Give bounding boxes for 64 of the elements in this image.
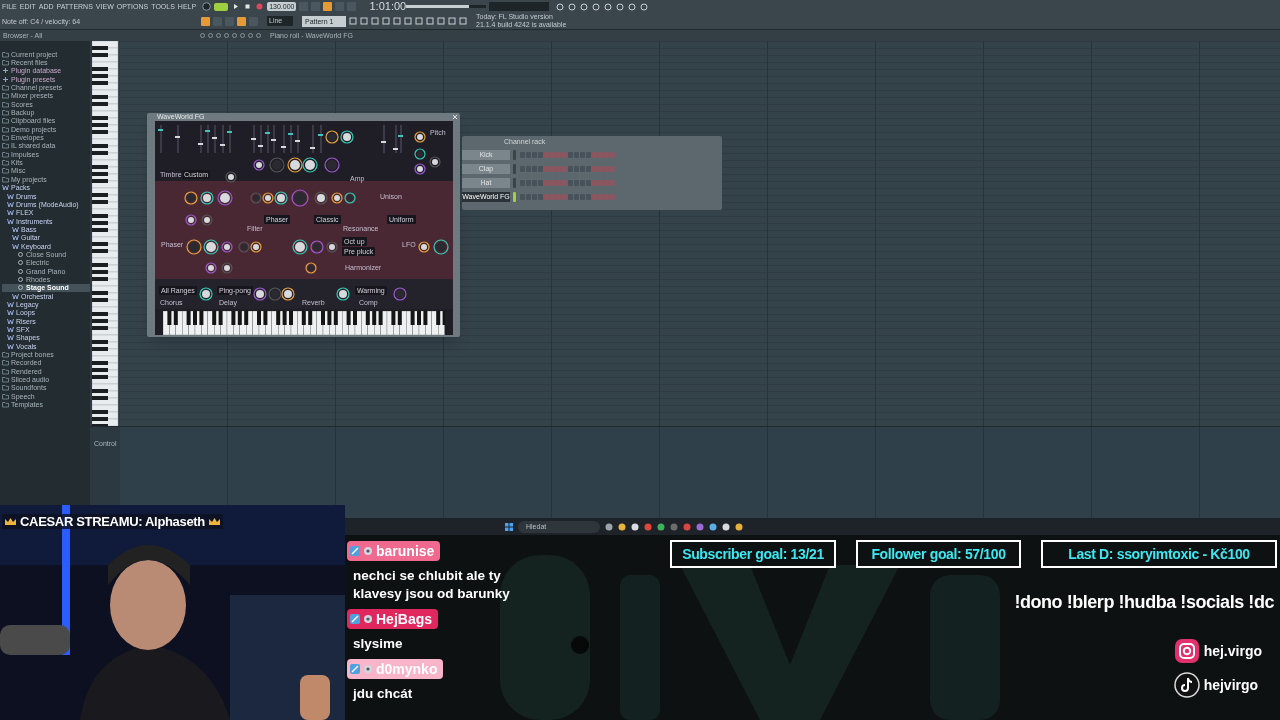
close-icon[interactable] [452,114,458,120]
goal-counter: Last D: ssoryimtoxic - Kč100 [1041,540,1277,568]
social-handle: hejvirgo [1203,678,1259,692]
knob[interactable] [340,130,354,144]
knob[interactable] [203,239,219,255]
knob[interactable] [185,214,197,226]
knob[interactable] [225,171,237,183]
music-note-icon [1173,672,1200,698]
knob[interactable] [184,191,198,205]
knob[interactable] [205,262,217,274]
knob[interactable] [302,157,318,173]
subscriber-icon [350,546,360,556]
knob[interactable] [292,239,308,255]
knob[interactable] [287,157,303,173]
knob[interactable] [253,159,265,171]
knob[interactable] [331,192,343,204]
mode-toggle[interactable] [214,2,229,11]
time-display: 1:01:00 [369,1,404,12]
chat-message: slysime [352,635,404,653]
knob[interactable] [429,156,441,168]
subscriber-icon [350,664,360,674]
knob[interactable] [326,241,338,253]
knob[interactable] [433,239,449,255]
chat-message: jdu chcát [351,685,414,703]
goal-counter: Follower goal: 57/100 [856,540,1021,568]
gear-icon [363,664,373,674]
knob[interactable] [336,287,350,301]
chat-username: barunise [376,544,435,558]
knob[interactable] [262,192,274,204]
goal-counter: Subscriber goal: 13/21 [670,540,836,568]
knob[interactable] [221,241,233,253]
knob[interactable] [253,287,267,301]
top-donor-text: CAESAR STREAMU: Alphaseth [20,515,205,528]
crown-icon [4,517,17,526]
gear-icon [363,614,373,624]
chat-username: d0mynko [376,662,438,676]
knob[interactable] [200,191,214,205]
chat-commands-text: !dono !blerp !hudba !socials !dc [1014,593,1274,611]
knob[interactable] [186,239,202,255]
knob[interactable] [217,190,233,206]
knob[interactable] [221,262,233,274]
gear-icon [363,546,373,556]
knob[interactable] [250,241,262,253]
master-slider[interactable] [406,5,469,8]
chat-message: nechci se chlubit ale ty klavesy jsou od barunky [352,567,511,603]
stop-icon[interactable] [243,2,253,11]
knob[interactable] [325,130,339,144]
knob[interactable] [305,262,317,274]
knob[interactable] [314,191,328,205]
play-icon[interactable] [231,2,241,11]
chat-username: HejBags [376,612,433,626]
knob[interactable] [414,131,426,143]
social-handle: hej.virgo [1203,644,1262,658]
crown-icon [207,517,221,526]
subscriber-icon [350,614,360,624]
knob[interactable] [418,241,430,253]
knob[interactable] [281,287,295,301]
knob[interactable] [199,287,213,301]
knob[interactable] [201,214,213,226]
knob[interactable] [414,163,426,175]
knob[interactable] [344,192,356,204]
knob[interactable] [274,191,288,205]
knob[interactable] [414,148,426,160]
start-icon [505,522,513,531]
